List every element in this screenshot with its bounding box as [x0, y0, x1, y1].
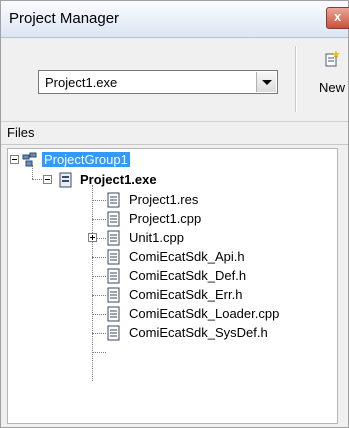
file-label: Project1.res	[129, 192, 199, 207]
tree-item-project[interactable]: Project1.exe	[8, 171, 208, 189]
project-icon	[59, 172, 72, 188]
project-group-label: ProjectGroup1	[42, 152, 130, 167]
chevron-down-icon[interactable]	[256, 72, 276, 92]
project-tree[interactable]: ProjectGroup1 Project1.exe Project1.res …	[7, 148, 338, 424]
window-title: Project Manager	[9, 10, 120, 27]
file-label: ComiEcatSdk_Api.h	[129, 249, 245, 264]
file-icon	[107, 211, 120, 227]
expand-icon[interactable]	[88, 233, 97, 242]
toolbar: Project1.exe New	[1, 38, 348, 120]
file-icon	[107, 306, 120, 322]
file-icon	[107, 192, 120, 208]
file-label: ComiEcatSdk_Def.h	[129, 268, 247, 283]
tree-item-file[interactable]: ComiEcatSdk_Api.h	[8, 248, 328, 266]
tree-item-project-group[interactable]: ProjectGroup1	[8, 151, 208, 169]
file-icon	[107, 249, 120, 265]
file-icon	[107, 230, 120, 246]
tree-item-file[interactable]: Project1.cpp	[8, 210, 328, 228]
files-header-label: Files	[7, 125, 35, 140]
file-label: ComiEcatSdk_Loader.cpp	[129, 306, 280, 321]
title-bar: Project Manager x	[1, 1, 349, 38]
tree-item-file[interactable]: ComiEcatSdk_SysDef.h	[8, 324, 328, 342]
project-select-value: Project1.exe	[45, 75, 118, 90]
file-icon	[107, 268, 120, 284]
new-button[interactable]: New	[317, 50, 349, 100]
project-group-icon	[22, 152, 37, 167]
close-button[interactable]: x	[326, 7, 349, 29]
collapse-icon[interactable]	[10, 155, 19, 164]
tree-item-file[interactable]: Unit1.cpp	[8, 229, 328, 247]
new-button-label: New	[319, 80, 346, 95]
tree-item-file[interactable]: Project1.res	[8, 191, 328, 209]
file-icon	[107, 287, 120, 303]
toolbar-separator	[295, 46, 297, 112]
tree-item-file[interactable]: ComiEcatSdk_Loader.cpp	[8, 305, 328, 323]
file-icon	[107, 325, 120, 341]
collapse-icon[interactable]	[43, 175, 52, 184]
tree-line	[92, 352, 106, 354]
project-select[interactable]: Project1.exe	[38, 70, 278, 94]
file-label: Unit1.cpp	[129, 230, 184, 245]
file-label: ComiEcatSdk_Err.h	[129, 287, 243, 302]
file-label: Project1.cpp	[129, 211, 202, 226]
close-icon: x	[334, 9, 342, 24]
file-label: ComiEcatSdk_SysDef.h	[129, 325, 268, 340]
tree-item-file[interactable]: ComiEcatSdk_Err.h	[8, 286, 328, 304]
project-label: Project1.exe	[80, 172, 157, 187]
files-column-header[interactable]: Files	[1, 121, 348, 145]
new-file-icon	[325, 50, 340, 67]
project-manager-window: Project Manager x Project1.exe New Files	[0, 0, 349, 428]
tree-item-file[interactable]: ComiEcatSdk_Def.h	[8, 267, 328, 285]
